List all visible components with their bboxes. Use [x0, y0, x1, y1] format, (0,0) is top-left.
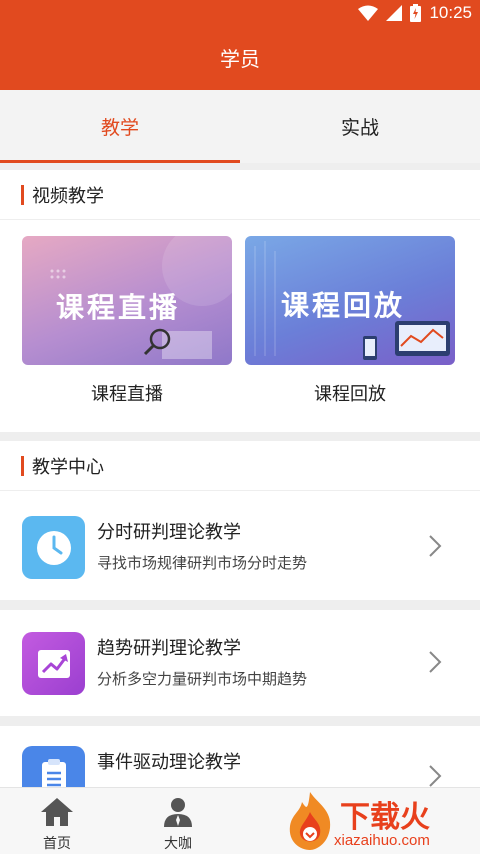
live-banner-text: 课程直播: [56, 291, 181, 324]
divider: [0, 716, 480, 726]
video-section-title: 视频教学: [32, 185, 104, 207]
status-bar: 10:25: [0, 0, 480, 25]
divider: [0, 163, 480, 170]
watermark-domain: xiazaihuo.com: [334, 832, 430, 849]
nav-label-home: 首页: [43, 836, 71, 852]
chevron-right-icon: [429, 765, 442, 787]
nav-label-experts: 大咖: [164, 836, 192, 852]
divider: [0, 600, 480, 610]
status-icons: 10:25: [358, 0, 472, 25]
tab-bar: 教学 实战: [0, 90, 480, 163]
list-item-intraday-theory[interactable]: 分时研判理论教学 寻找市场规律研判市场分时走势: [0, 496, 480, 598]
signal-icon: [386, 4, 403, 21]
wifi-icon: [358, 5, 379, 21]
item-title: 分时研判理论教学: [97, 522, 241, 543]
teaching-center-title: 教学中心: [32, 456, 104, 478]
trend-chart-icon: [22, 632, 85, 695]
clock-icon: [22, 516, 85, 579]
flame-logo-icon: [289, 792, 331, 850]
item-title: 趋势研判理论教学: [97, 638, 241, 659]
tab-teaching[interactable]: 教学: [0, 90, 240, 163]
chevron-right-icon: [429, 535, 442, 557]
watermark-brand: 下载火: [340, 800, 430, 835]
home-icon: [41, 798, 73, 826]
status-time: 10:25: [429, 2, 472, 22]
live-course-label[interactable]: 课程直播: [22, 380, 232, 406]
live-course-card[interactable]: 课程直播: [22, 236, 232, 365]
section-accent-bar: [21, 455, 24, 476]
teaching-center-header: 教学中心: [0, 441, 480, 491]
replay-banner-text: 课程回放: [281, 289, 406, 322]
replay-course-card[interactable]: 课程回放: [245, 236, 455, 365]
tab-practice[interactable]: 实战: [240, 90, 480, 163]
nav-item-experts[interactable]: 大咖: [138, 788, 218, 854]
video-section-header: 视频教学: [0, 170, 480, 220]
replay-course-label[interactable]: 课程回放: [245, 380, 455, 406]
item-subtitle: 分析多空力量研判市场中期趋势: [97, 670, 308, 688]
list-item-trend-theory[interactable]: 趋势研判理论教学 分析多空力量研判市场中期趋势: [0, 612, 480, 714]
page-title: 学员: [220, 47, 260, 71]
battery-icon: [410, 3, 422, 22]
item-title: 事件驱动理论教学: [97, 752, 241, 773]
watermark: 下载火 xiazaihuo.com: [282, 788, 480, 854]
app-header: 学员: [0, 25, 480, 90]
expert-person-icon: [164, 798, 192, 827]
item-subtitle: 寻找市场规律研判市场分时走势: [97, 554, 308, 572]
divider: [0, 432, 480, 441]
chevron-right-icon: [429, 651, 442, 673]
section-accent-bar: [21, 184, 24, 205]
nav-item-home[interactable]: 首页: [17, 788, 97, 854]
